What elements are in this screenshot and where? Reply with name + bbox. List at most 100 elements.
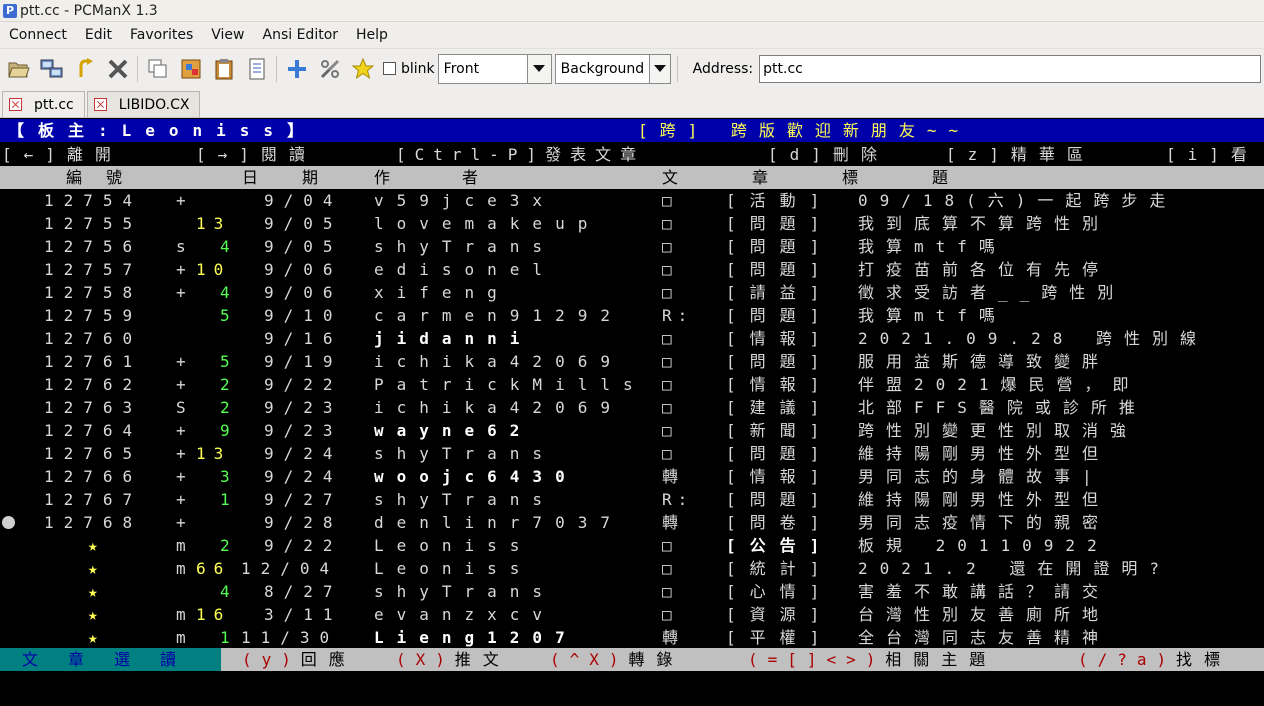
help-read: [→]閱讀	[196, 145, 317, 164]
article-author: shyTrans	[374, 237, 556, 256]
chevron-down-icon[interactable]	[649, 54, 670, 83]
footer-key: (y)	[242, 650, 301, 669]
article-row[interactable]: 12755 13 9/05 lovemakeup □ [問題] 我到底算不算跨性別	[0, 212, 1264, 235]
article-type: □	[662, 191, 678, 210]
toolbar-separator	[137, 55, 138, 82]
article-mark: S	[176, 398, 186, 417]
article-row[interactable]: 12762 +2 9/22 PatrickMills □ [情報] 伴盟2021爆民營，即	[0, 373, 1264, 396]
article-category: [建議]	[726, 398, 834, 417]
article-type: □	[662, 559, 678, 578]
article-number: 12765	[44, 444, 143, 463]
help-delete: [d]刪除	[768, 145, 889, 164]
chevron-down-icon[interactable]	[526, 54, 551, 83]
tab-libido[interactable]: LIBIDO.CX	[86, 91, 201, 117]
article-author: PatrickMills	[374, 375, 646, 394]
article-row[interactable]: 12757 +10 9/06 edisonel □ [問題] 打疫苗前各位有先停	[0, 258, 1264, 281]
connect-icon[interactable]	[35, 52, 68, 86]
menu-edit[interactable]: Edit	[76, 27, 121, 43]
menu-help[interactable]: Help	[347, 27, 397, 43]
article-author: Leoniss	[374, 536, 533, 555]
article-category: [問題]	[726, 214, 834, 233]
article-row[interactable]: ★ m 66 12/04 Leoniss □ [統計] 2021.2 還在開證明?	[0, 557, 1264, 580]
tab-bar: ptt.cc LIBIDO.CX	[0, 88, 1264, 118]
article-row[interactable]: 12764 +9 9/23 wayne62 □ [新聞] 跨性別變更性別取消強	[0, 419, 1264, 442]
menu-view[interactable]: View	[202, 27, 253, 43]
article-author: evanzxcv	[374, 605, 556, 624]
settings-icon[interactable]	[313, 52, 346, 86]
article-type: □	[662, 352, 678, 371]
close-tab-icon[interactable]	[9, 98, 22, 111]
title-bar: P ptt.cc - PCManX 1.3	[0, 0, 1264, 22]
article-type: □	[662, 237, 678, 256]
article-row[interactable]: 12768 +9/28 denlinr7037 轉 [問卷] 男同志疫情下的親密	[0, 511, 1264, 534]
article-type: □	[662, 260, 678, 279]
favorite-star-icon[interactable]	[346, 52, 379, 86]
article-title: 全台灣同志友善精神	[858, 628, 1111, 647]
article-row[interactable]: 12756 s 4 9/05 shyTrans □ [問題] 我算mtf嗎	[0, 235, 1264, 258]
board-moderator: 【板主:Leoniss】	[8, 121, 318, 140]
article-type: R:	[662, 306, 694, 325]
push-count: 2	[220, 375, 238, 394]
article-mark: m	[176, 605, 186, 624]
article-type: 轉	[662, 467, 685, 486]
article-category: [情報]	[726, 467, 834, 486]
article-row[interactable]: 12765 +13 9/24 shyTrans □ [問題] 維持陽剛男性外型但	[0, 442, 1264, 465]
document-icon[interactable]	[240, 52, 273, 86]
article-mark: +	[176, 467, 186, 486]
push-count: 10	[196, 260, 232, 279]
clipboard-icon[interactable]	[207, 52, 240, 86]
article-title: 徵求受訪者__跨性別	[858, 283, 1126, 302]
terminal-screen[interactable]: 【板主:Leoniss】 [跨] 跨版歡迎新朋友~~ [←]離開 [→]閱讀 […	[0, 118, 1264, 706]
footer-label: 推文	[454, 650, 511, 669]
article-row[interactable]: 12761 +5 9/19 ichika42069 □ [問題] 服用益斯德導致變胖	[0, 350, 1264, 373]
push-count: 4	[220, 582, 238, 601]
article-row[interactable]: 12760 9/16 jidanni □ [情報] 2021.09.28 跨性別線	[0, 327, 1264, 350]
article-category: [資源]	[726, 605, 834, 624]
article-row[interactable]: ★ 4 8/27 shyTrans □ [心情] 害羞不敢講話？請交	[0, 580, 1264, 603]
footer-key: (^X)	[550, 650, 629, 669]
article-date: 9/27	[264, 490, 343, 509]
front-color-select[interactable]: Front	[437, 53, 552, 84]
article-title: 害羞不敢講話？請交	[858, 582, 1111, 601]
article-row[interactable]: ★ m 1 11/30 Lieng1207 轉 [平權] 全台灣同志友善精神	[0, 626, 1264, 649]
close-tab-icon[interactable]	[93, 98, 107, 111]
address-input[interactable]	[759, 54, 1262, 83]
board-name: [跨] 跨版歡迎新朋友~~	[638, 121, 971, 140]
article-row[interactable]: 12759 5 9/10 carmen91292 R: [問題] 我算mtf嗎	[0, 304, 1264, 327]
article-title: 台灣性別友善廁所地	[858, 605, 1111, 624]
article-title: 我算mtf嗎	[858, 306, 1007, 325]
push-count: 1	[220, 490, 238, 509]
article-row[interactable]: 12766 +3 9/24 woojc6430 轉 [情報] 男同志的身體故事|	[0, 465, 1264, 488]
footer-key: (/?a)	[1078, 650, 1177, 669]
close-connection-icon[interactable]	[101, 52, 134, 86]
article-row[interactable]: ★ m 16 3/11 evanzxcv □ [資源] 台灣性別友善廁所地	[0, 603, 1264, 626]
article-row[interactable]: 12767 +1 9/27 shyTrans R: [問題] 維持陽剛男性外型但	[0, 488, 1264, 511]
blink-checkbox[interactable]	[383, 62, 396, 75]
copy-icon[interactable]	[141, 52, 174, 86]
footer-label: 轉錄	[628, 650, 685, 669]
blink-toggle[interactable]: blink	[383, 61, 435, 77]
open-folder-icon[interactable]	[2, 52, 35, 86]
paste-icon[interactable]	[174, 52, 207, 86]
article-row[interactable]: 12763 S 2 9/23 ichika42069 □ [建議] 北部FFS醫院或診所推	[0, 396, 1264, 419]
add-icon[interactable]	[280, 52, 313, 86]
push-count: 3	[220, 467, 238, 486]
article-row[interactable]: 12754 +9/04 v59jce3x □ [活動] 09/18(六)一起跨步走	[0, 189, 1264, 212]
article-author: ichika42069	[374, 352, 623, 371]
article-row[interactable]: ★ m 2 9/22 Leoniss □ [公告] 板規 20110922	[0, 534, 1264, 557]
article-type: R:	[662, 490, 694, 509]
article-number: 12764	[44, 421, 143, 440]
article-title: 維持陽剛男性外型但	[858, 490, 1111, 509]
menu-connect[interactable]: Connect	[0, 27, 76, 43]
toolbar-separator	[676, 55, 678, 82]
menu-favorites[interactable]: Favorites	[121, 27, 202, 43]
article-date: 9/24	[264, 444, 343, 463]
menu-bar: Connect Edit Favorites View Ansi Editor …	[0, 22, 1264, 48]
article-author: shyTrans	[374, 490, 556, 509]
menu-ansi-editor[interactable]: Ansi Editor	[254, 27, 348, 43]
help-leave: [←]離開	[2, 145, 123, 164]
tab-ptt[interactable]: ptt.cc	[2, 91, 85, 117]
reconnect-icon[interactable]	[68, 52, 101, 86]
background-color-select[interactable]: Background	[554, 53, 671, 84]
article-row[interactable]: 12758 +4 9/06 xifeng □ [請益] 徵求受訪者__跨性別	[0, 281, 1264, 304]
